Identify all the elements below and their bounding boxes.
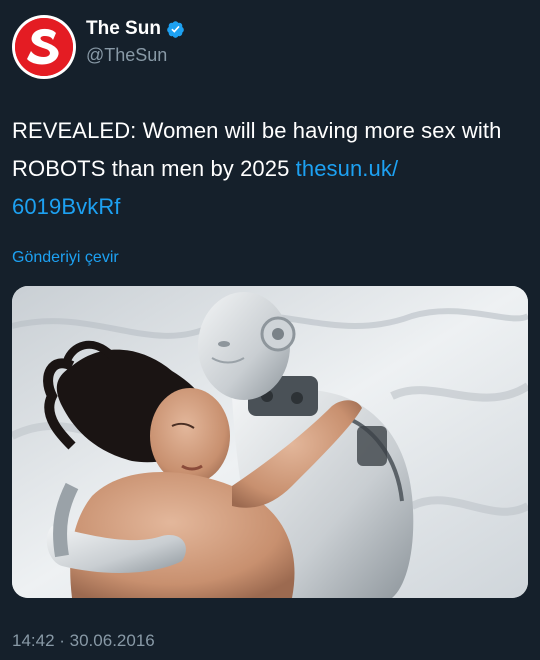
tweet-body-text: REVEALED: Women will be having more sex …: [12, 118, 502, 181]
translate-tweet-link[interactable]: Gönderiyi çevir: [12, 249, 119, 267]
tweet-link-part2: 6019BvkRf: [12, 194, 121, 219]
avatar[interactable]: [12, 15, 76, 79]
media-photo: [12, 286, 528, 598]
account-names: The Sun @TheSun: [86, 18, 185, 66]
the-sun-logo: [15, 18, 73, 76]
verified-badge-icon: [166, 20, 185, 39]
tweet-header: The Sun @TheSun: [12, 12, 185, 82]
tweet-timestamp[interactable]: 14:42 · 30.06.2016: [12, 631, 155, 651]
tweet-media-image[interactable]: [12, 286, 528, 598]
display-name[interactable]: The Sun: [86, 18, 161, 40]
display-name-row: The Sun: [86, 18, 185, 40]
tweet-text: REVEALED: Women will be having more sex …: [12, 112, 528, 226]
account-handle[interactable]: @TheSun: [86, 45, 185, 66]
tweet: The Sun @TheSun REVEALED: Women will be …: [0, 0, 540, 660]
tweet-link-part1: thesun.uk/: [295, 156, 399, 181]
